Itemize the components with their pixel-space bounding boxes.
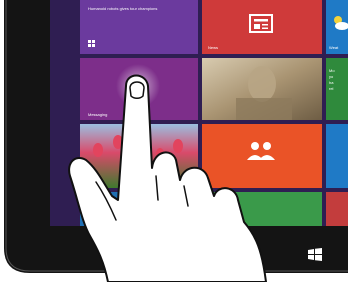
illustration-canvas: Humanoid robots gives tour champions New… bbox=[0, 0, 348, 282]
statue-figure bbox=[248, 66, 276, 102]
tile-row4-right[interactable] bbox=[326, 192, 348, 226]
tile-weather-label: Weat bbox=[329, 45, 339, 50]
tile-news-label: News bbox=[208, 45, 218, 50]
tile-green-line-4: rel bbox=[329, 86, 334, 91]
tile-people[interactable] bbox=[202, 124, 322, 188]
tile-messaging-label: Messaging bbox=[88, 112, 107, 117]
tile-green-line-3: ha bbox=[329, 80, 334, 85]
tile-green-line-1: Mo bbox=[329, 68, 335, 73]
index-finger-nail bbox=[129, 81, 145, 99]
tile-news[interactable] bbox=[202, 0, 322, 54]
statue-base bbox=[236, 98, 292, 120]
tablet-touch-illustration: Humanoid robots gives tour champions New… bbox=[0, 0, 348, 282]
tile-blue-partial[interactable] bbox=[326, 124, 348, 188]
tile-banner-text: Humanoid robots gives tour champions bbox=[88, 6, 157, 11]
